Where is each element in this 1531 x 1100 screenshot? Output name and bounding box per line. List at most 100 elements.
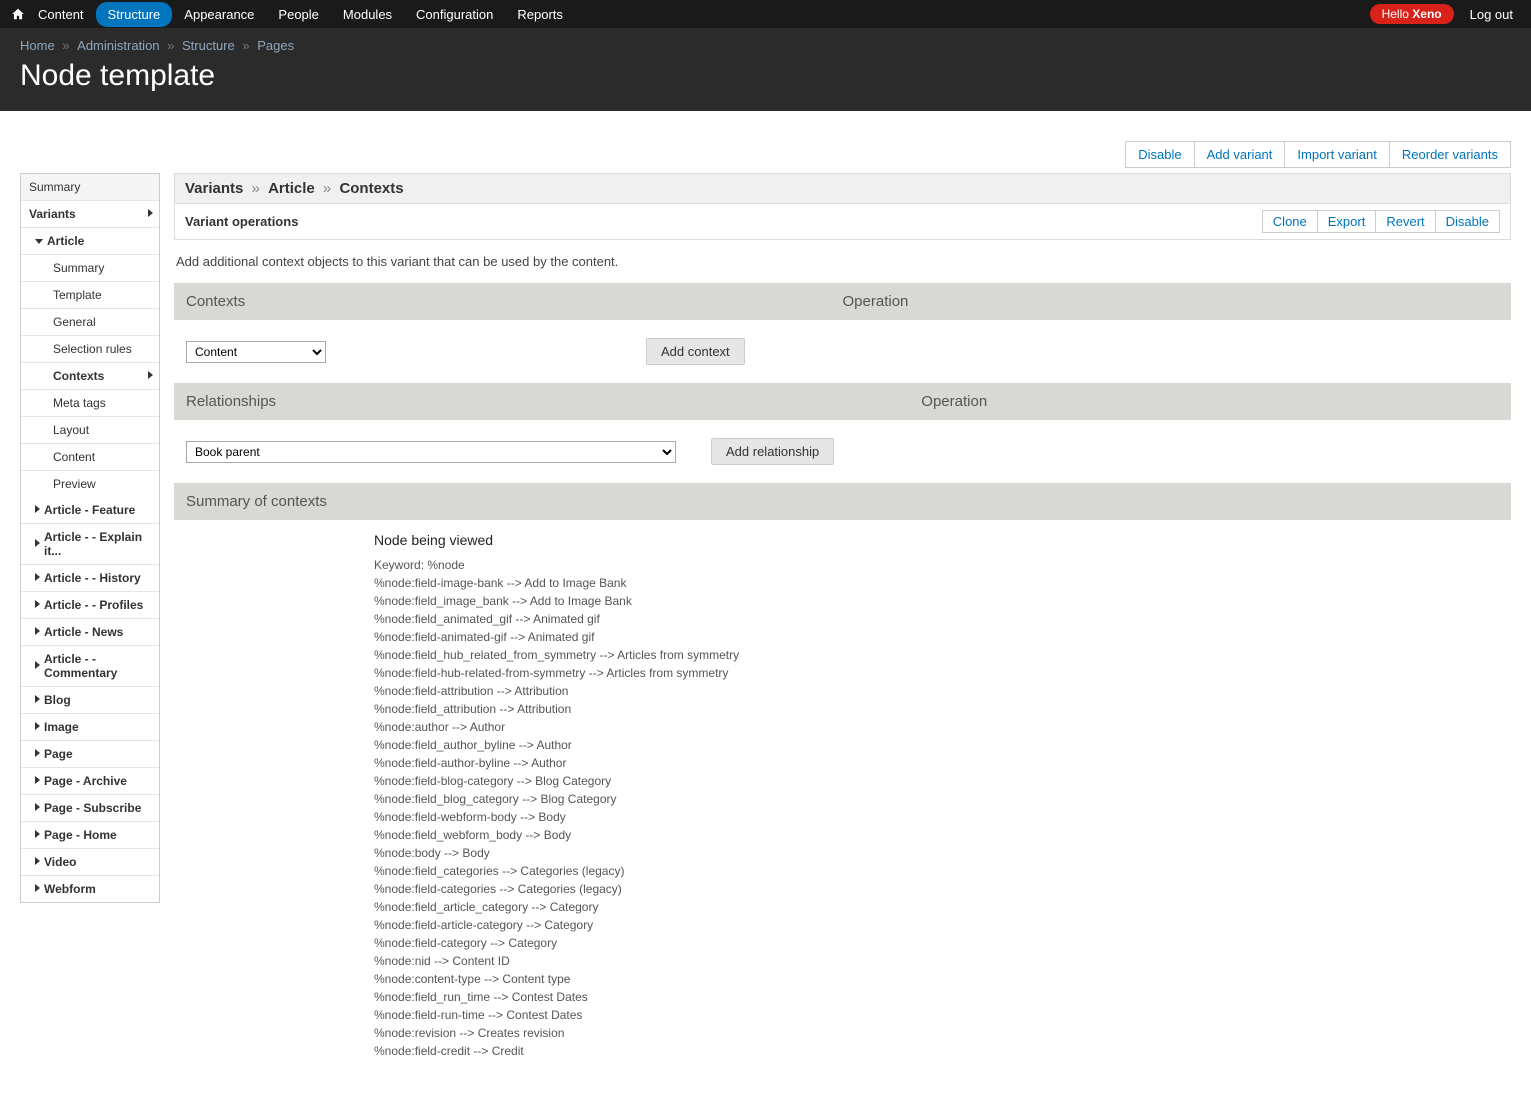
sidebar-variant-page-subscribe[interactable]: Page - Subscribe (21, 795, 159, 822)
chevron-right-icon (148, 371, 153, 382)
page-title: Node template (20, 59, 1511, 93)
sidebar-variant-page-home[interactable]: Page - Home (21, 822, 159, 849)
breadcrumb-link[interactable]: Pages (257, 38, 294, 53)
toolbar-item-modules[interactable]: Modules (331, 2, 404, 27)
summary-line: %node:field_image_bank --> Add to Image … (374, 592, 1511, 610)
summary-line: %node:field_animated_gif --> Animated gi… (374, 610, 1511, 628)
sidebar-variant-article-feature[interactable]: Article - Feature (21, 497, 159, 524)
chevron-right-icon (35, 573, 40, 583)
sidebar-variant-article-profiles[interactable]: Article - - Profiles (21, 592, 159, 619)
breadcrumb: Home » Administration » Structure » Page… (20, 38, 1511, 53)
sidebar-variant-article-history[interactable]: Article - - History (21, 565, 159, 592)
sidebar-variant-article-news[interactable]: Article - News (21, 619, 159, 646)
sidebar: Summary Variants Article SummaryTemplate… (20, 173, 160, 903)
breadcrumb-link[interactable]: Administration (77, 38, 159, 53)
summary-line: %node:field_author_byline --> Author (374, 736, 1511, 754)
summary-line: %node:field-credit --> Credit (374, 1042, 1511, 1060)
breadcrumb-link[interactable]: Structure (182, 38, 235, 53)
variant-op-export[interactable]: Export (1317, 210, 1377, 233)
page-tab-disable[interactable]: Disable (1125, 141, 1194, 168)
summary-line: %node:field_run_time --> Contest Dates (374, 988, 1511, 1006)
page-tab-reorder-variants[interactable]: Reorder variants (1389, 141, 1511, 168)
add-relationship-button[interactable]: Add relationship (711, 438, 834, 465)
summary-line: %node:field-image-bank --> Add to Image … (374, 574, 1511, 592)
chevron-right-icon (35, 749, 40, 759)
sidebar-article-layout[interactable]: Layout (21, 417, 159, 444)
relationships-header: Relationships Operation (174, 383, 1511, 420)
page-tab-add-variant[interactable]: Add variant (1194, 141, 1286, 168)
sidebar-variant-article-commentary[interactable]: Article - - Commentary (21, 646, 159, 687)
sidebar-variants[interactable]: Variants (21, 201, 159, 228)
chevron-right-icon (35, 857, 40, 867)
variant-op-clone[interactable]: Clone (1262, 210, 1318, 233)
summary-line: %node:field_hub_related_from_symmetry --… (374, 646, 1511, 664)
sidebar-article-meta-tags[interactable]: Meta tags (21, 390, 159, 417)
sidebar-variant-image[interactable]: Image (21, 714, 159, 741)
variant-operations-row: Variant operations CloneExportRevertDisa… (174, 204, 1511, 240)
sidebar-article-contexts[interactable]: Contexts (21, 363, 159, 390)
context-type-select[interactable]: Content (186, 341, 326, 363)
sidebar-article-selection-rules[interactable]: Selection rules (21, 336, 159, 363)
sidebar-variant-page[interactable]: Page (21, 741, 159, 768)
toolbar-item-people[interactable]: People (266, 2, 330, 27)
summary-line: %node:field_blog_category --> Blog Categ… (374, 790, 1511, 808)
sidebar-article-general[interactable]: General (21, 309, 159, 336)
sidebar-article[interactable]: Article (21, 228, 159, 255)
sidebar-variant-video[interactable]: Video (21, 849, 159, 876)
chevron-right-icon (35, 661, 40, 671)
chevron-right-icon (35, 830, 40, 840)
toolbar-item-configuration[interactable]: Configuration (404, 2, 505, 27)
summary-line: %node:field-blog-category --> Blog Categ… (374, 772, 1511, 790)
toolbar-item-reports[interactable]: Reports (505, 2, 575, 27)
relationship-type-select[interactable]: Book parent (186, 441, 676, 463)
content-area: Variants » Article » Contexts Variant op… (174, 173, 1511, 1080)
variant-op-disable[interactable]: Disable (1435, 210, 1500, 233)
relationships-body: Book parent Add relationship (174, 420, 1511, 483)
summary-body: Node being viewed Keyword: %node%node:fi… (174, 520, 1511, 1080)
sidebar-article-template[interactable]: Template (21, 282, 159, 309)
page-header: Home » Administration » Structure » Page… (0, 28, 1531, 111)
chevron-right-icon (35, 722, 40, 732)
summary-line: %node:nid --> Content ID (374, 952, 1511, 970)
sidebar-summary[interactable]: Summary (21, 174, 159, 201)
chevron-right-icon (35, 776, 40, 786)
summary-line: %node:field-webform-body --> Body (374, 808, 1511, 826)
summary-line: %node:field-animated-gif --> Animated gi… (374, 628, 1511, 646)
sidebar-variant-article-explain-it-[interactable]: Article - - Explain it... (21, 524, 159, 565)
summary-node-title: Node being viewed (374, 532, 1511, 548)
summary-line: %node:field_categories --> Categories (l… (374, 862, 1511, 880)
content-path-header: Variants » Article » Contexts (174, 173, 1511, 204)
toolbar-item-appearance[interactable]: Appearance (172, 2, 266, 27)
sidebar-variant-page-archive[interactable]: Page - Archive (21, 768, 159, 795)
toolbar-item-structure[interactable]: Structure (96, 2, 173, 27)
breadcrumb-link[interactable]: Home (20, 38, 55, 53)
sidebar-variant-blog[interactable]: Blog (21, 687, 159, 714)
user-badge[interactable]: Hello Xeno (1370, 4, 1454, 24)
chevron-right-icon (35, 600, 40, 610)
page-tab-import-variant[interactable]: Import variant (1284, 141, 1389, 168)
summary-line: %node:field-run-time --> Contest Dates (374, 1006, 1511, 1024)
toolbar-item-content[interactable]: Content (26, 2, 96, 27)
variant-operations-label: Variant operations (185, 214, 298, 229)
summary-line: %node:field_article_category --> Categor… (374, 898, 1511, 916)
summary-line: %node:content-type --> Content type (374, 970, 1511, 988)
chevron-right-icon (35, 803, 40, 813)
context-description: Add additional context objects to this v… (174, 240, 1511, 283)
summary-line: %node:field_attribution --> Attribution (374, 700, 1511, 718)
page-action-tabs: DisableAdd variantImport variantReorder … (20, 141, 1511, 168)
summary-line: %node:field-article-category --> Categor… (374, 916, 1511, 934)
sidebar-article-preview[interactable]: Preview (21, 471, 159, 497)
summary-line: %node:author --> Author (374, 718, 1511, 736)
summary-line: %node:field-category --> Category (374, 934, 1511, 952)
summary-line: %node:revision --> Creates revision (374, 1024, 1511, 1042)
logout-link[interactable]: Log out (1462, 7, 1521, 22)
variant-op-revert[interactable]: Revert (1375, 210, 1435, 233)
sidebar-variant-webform[interactable]: Webform (21, 876, 159, 902)
add-context-button[interactable]: Add context (646, 338, 745, 365)
sidebar-article-content[interactable]: Content (21, 444, 159, 471)
sidebar-article-summary[interactable]: Summary (21, 255, 159, 282)
summary-line: %node:field-categories --> Categories (l… (374, 880, 1511, 898)
summary-line: %node:field-attribution --> Attribution (374, 682, 1511, 700)
chevron-right-icon (35, 884, 40, 894)
home-icon[interactable] (10, 7, 26, 21)
